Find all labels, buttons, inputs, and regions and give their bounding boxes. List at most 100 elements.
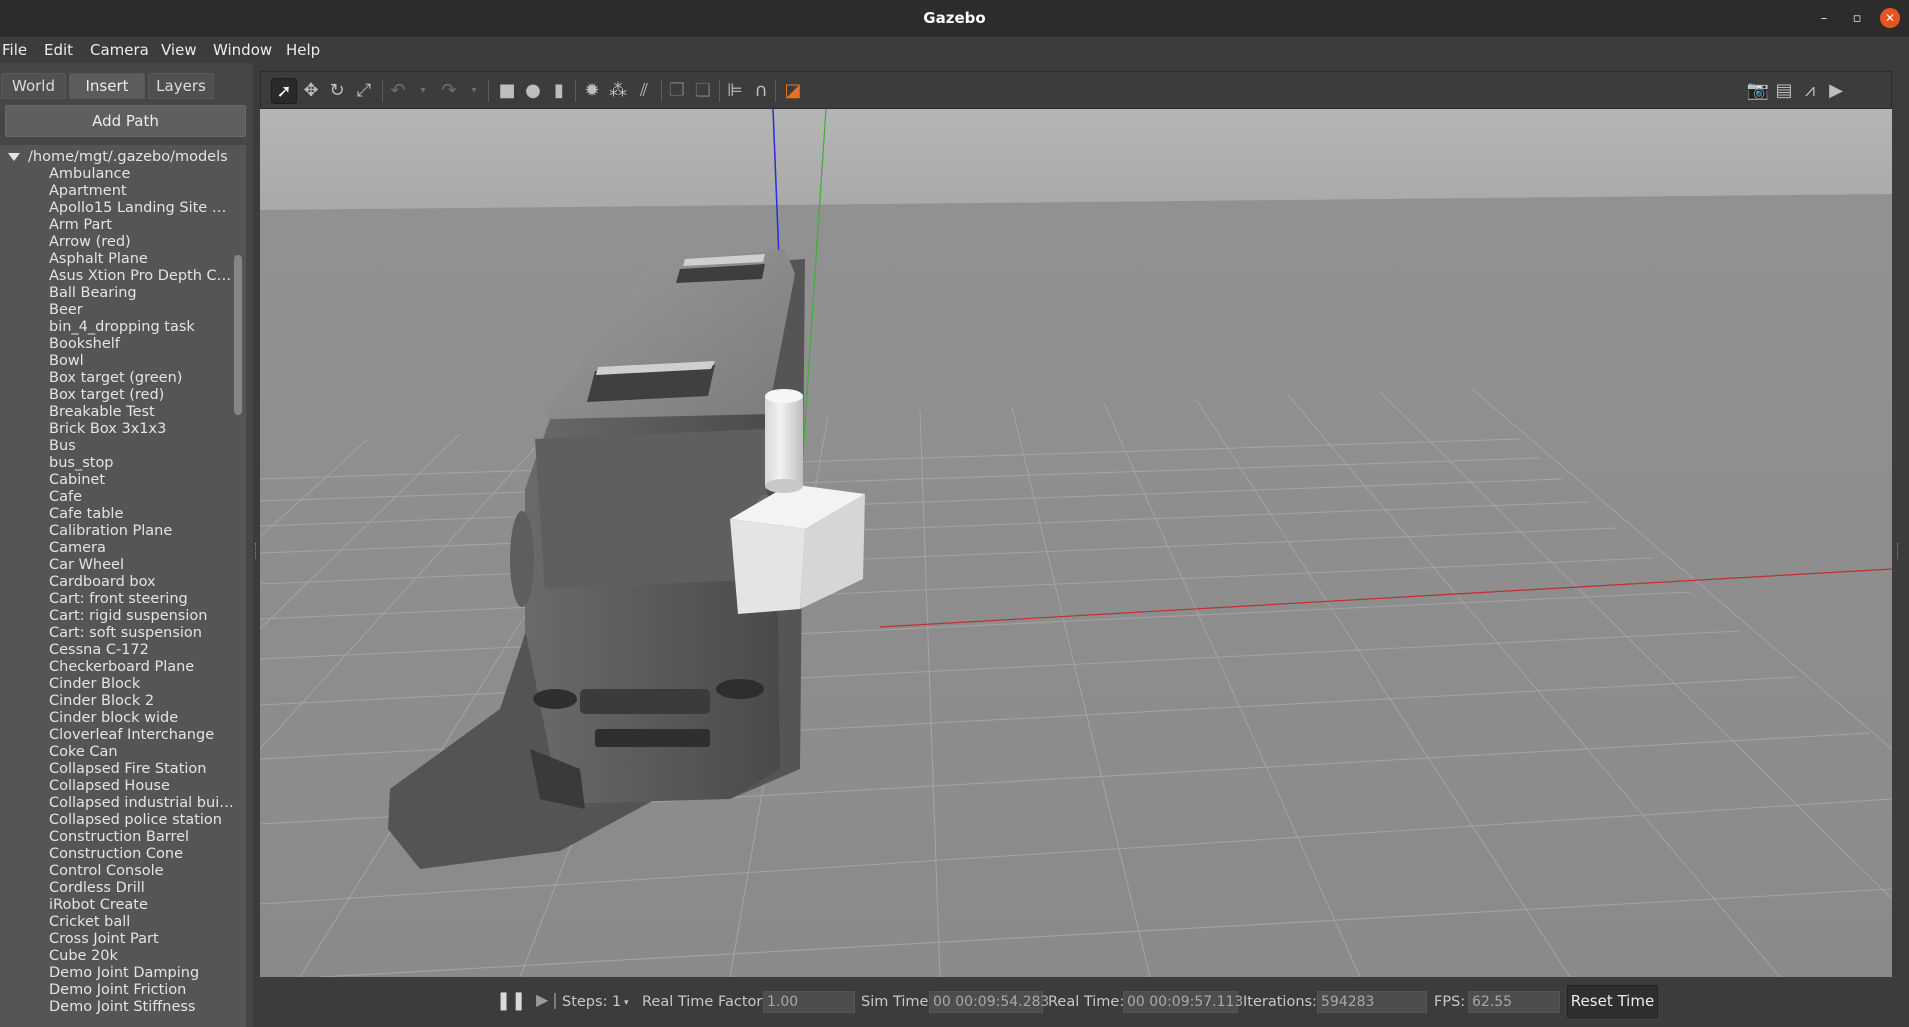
- list-item[interactable]: Cabinet: [49, 472, 234, 489]
- list-item[interactable]: Beer: [49, 302, 234, 319]
- list-item[interactable]: Cardboard box: [49, 574, 234, 591]
- scene-viewport[interactable]: [260, 109, 1892, 977]
- restore-icon[interactable]: ▫: [1848, 10, 1866, 28]
- list-item[interactable]: Cinder Block: [49, 676, 234, 693]
- list-item[interactable]: Bowl: [49, 353, 234, 370]
- list-item[interactable]: Camera: [49, 540, 234, 557]
- list-item[interactable]: Cordless Drill: [49, 880, 234, 897]
- list-item[interactable]: Coke Can: [49, 744, 234, 761]
- list-item[interactable]: Demo Joint Damping: [49, 965, 234, 982]
- list-item[interactable]: Cart: front steering: [49, 591, 234, 608]
- tab-layers[interactable]: Layers: [148, 73, 214, 99]
- scale-icon[interactable]: ⤢: [351, 78, 377, 104]
- list-item[interactable]: Cart: soft suspension: [49, 625, 234, 642]
- align-icon[interactable]: ⊫: [722, 78, 748, 104]
- tree-root[interactable]: /home/mgt/.gazebo/models: [8, 149, 228, 165]
- list-item[interactable]: Collapsed police station: [49, 812, 234, 829]
- list-item[interactable]: Cube 20k: [49, 948, 234, 965]
- list-item[interactable]: Cessna C-172: [49, 642, 234, 659]
- steps-value[interactable]: 1: [612, 994, 621, 1010]
- screenshot-icon[interactable]: 📷: [1745, 78, 1771, 104]
- list-item[interactable]: Collapsed House: [49, 778, 234, 795]
- spot-light-icon[interactable]: ⁂: [605, 78, 631, 104]
- list-item[interactable]: Collapsed industrial buil...: [49, 795, 234, 812]
- list-item[interactable]: iRobot Create: [49, 897, 234, 914]
- list-item[interactable]: Apartment: [49, 183, 234, 200]
- translate-icon[interactable]: ✥: [298, 78, 324, 104]
- list-item[interactable]: Cloverleaf Interchange: [49, 727, 234, 744]
- list-item[interactable]: Box target (red): [49, 387, 234, 404]
- list-item[interactable]: Arm Part: [49, 217, 234, 234]
- list-item[interactable]: Cricket ball: [49, 914, 234, 931]
- minimize-icon[interactable]: –: [1815, 10, 1833, 28]
- status-bar: ❚❚ ▶❘ Steps: 1 ▾ Real Time Factor: 1.00 …: [260, 977, 1892, 1027]
- copy-icon[interactable]: ❐: [664, 78, 690, 104]
- list-item[interactable]: Cart: rigid suspension: [49, 608, 234, 625]
- sim-time-value: 00 00:09:54.283: [929, 991, 1049, 1013]
- plot-icon[interactable]: ⩘: [1797, 78, 1823, 104]
- record-video-icon[interactable]: ▶: [1823, 78, 1849, 104]
- menu-camera[interactable]: Camera: [90, 41, 149, 59]
- view-angle-icon[interactable]: ◪: [780, 78, 806, 104]
- list-item[interactable]: Cinder block wide: [49, 710, 234, 727]
- steps-dropdown-icon[interactable]: ▾: [624, 998, 629, 1008]
- menu-view[interactable]: View: [161, 41, 197, 59]
- reset-time-button[interactable]: Reset Time: [1567, 985, 1658, 1018]
- paste-icon[interactable]: ❏: [690, 78, 716, 104]
- redo-dropdown-icon[interactable]: ▾: [461, 78, 487, 104]
- tree-scrollbar[interactable]: [234, 255, 242, 415]
- tab-insert[interactable]: Insert: [69, 73, 145, 99]
- close-icon[interactable]: ✕: [1880, 8, 1900, 28]
- list-item[interactable]: Demo Joint Friction: [49, 982, 234, 999]
- list-item[interactable]: Cafe table: [49, 506, 234, 523]
- undo-dropdown-icon[interactable]: ▾: [410, 78, 436, 104]
- step-icon[interactable]: ▶❘: [536, 990, 562, 1009]
- menu-help[interactable]: Help: [286, 41, 320, 59]
- list-item[interactable]: Ball Bearing: [49, 285, 234, 302]
- log-icon[interactable]: ▤: [1771, 78, 1797, 104]
- list-item[interactable]: Collapsed Fire Station: [49, 761, 234, 778]
- list-item[interactable]: Ambulance: [49, 166, 234, 183]
- list-item[interactable]: Car Wheel: [49, 557, 234, 574]
- right-splitter[interactable]: [1892, 63, 1909, 1027]
- list-item[interactable]: Demo Joint Stiffness: [49, 999, 234, 1016]
- sphere-shape-icon[interactable]: ●: [520, 78, 546, 104]
- menu-window[interactable]: Window: [213, 41, 272, 59]
- list-item[interactable]: bus_stop: [49, 455, 234, 472]
- list-item[interactable]: Breakable Test: [49, 404, 234, 421]
- add-path-button[interactable]: Add Path: [5, 105, 246, 137]
- list-item[interactable]: Bookshelf: [49, 336, 234, 353]
- list-item[interactable]: Cinder Block 2: [49, 693, 234, 710]
- directional-light-icon[interactable]: ⫽: [631, 78, 657, 104]
- select-arrow-icon[interactable]: ➚: [271, 78, 297, 104]
- list-item[interactable]: bin_4_dropping task: [49, 319, 234, 336]
- list-item[interactable]: Asus Xtion Pro Depth Ca...: [49, 268, 234, 285]
- list-item[interactable]: Box target (green): [49, 370, 234, 387]
- rotate-icon[interactable]: ↻: [324, 78, 350, 104]
- fps-value: 62.55: [1468, 991, 1560, 1013]
- expand-triangle-icon[interactable]: [8, 153, 20, 161]
- cylinder-shape-icon[interactable]: ▮: [546, 78, 572, 104]
- list-item[interactable]: Cross Joint Part: [49, 931, 234, 948]
- list-item[interactable]: Construction Cone: [49, 846, 234, 863]
- list-item[interactable]: Brick Box 3x1x3: [49, 421, 234, 438]
- list-item[interactable]: Arrow (red): [49, 234, 234, 251]
- box-shape-icon[interactable]: ■: [494, 78, 520, 104]
- list-item[interactable]: Control Console: [49, 863, 234, 880]
- list-item[interactable]: Apollo15 Landing Site H...: [49, 200, 234, 217]
- redo-icon[interactable]: ↷: [436, 78, 462, 104]
- point-light-icon[interactable]: ✹: [579, 78, 605, 104]
- list-item[interactable]: Calibration Plane: [49, 523, 234, 540]
- undo-icon[interactable]: ↶: [385, 78, 411, 104]
- tab-world[interactable]: World: [1, 73, 66, 99]
- snap-icon[interactable]: ∩: [748, 78, 774, 104]
- menu-file[interactable]: File: [2, 41, 27, 59]
- list-item[interactable]: Construction Barrel: [49, 829, 234, 846]
- list-item[interactable]: Asphalt Plane: [49, 251, 234, 268]
- list-item[interactable]: Cafe: [49, 489, 234, 506]
- panel-splitter[interactable]: [253, 63, 260, 1027]
- pause-icon[interactable]: ❚❚: [496, 990, 526, 1011]
- list-item[interactable]: Bus: [49, 438, 234, 455]
- menu-edit[interactable]: Edit: [44, 41, 73, 59]
- list-item[interactable]: Checkerboard Plane: [49, 659, 234, 676]
